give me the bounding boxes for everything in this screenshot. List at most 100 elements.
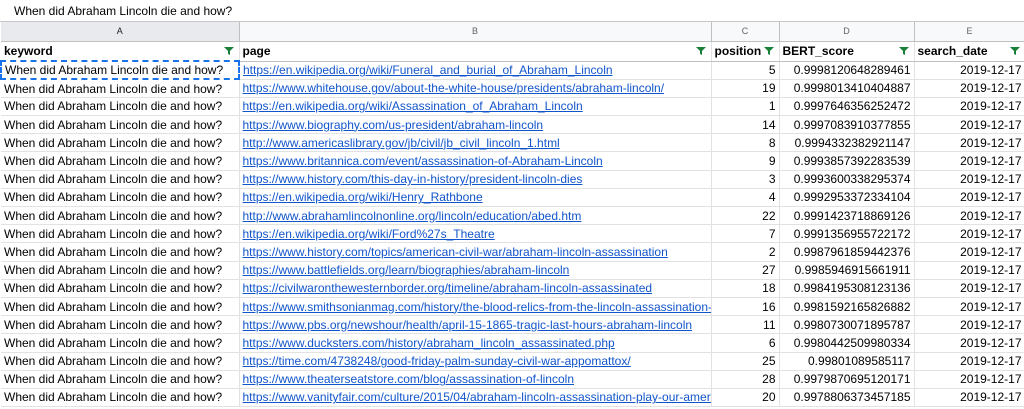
cell-position[interactable]: 4	[711, 188, 780, 208]
cell-search-date[interactable]: 2019-12-17	[914, 352, 1024, 371]
cell-position[interactable]: 16	[711, 297, 780, 317]
cell-position[interactable]: 22	[711, 206, 780, 226]
cell-search-date[interactable]: 2019-12-17	[914, 170, 1024, 189]
cell-keyword[interactable]: When did Abraham Lincoln die and how?	[1, 188, 240, 208]
cell-page-link[interactable]: https://www.pbs.org/newshour/health/apri…	[239, 315, 712, 335]
cell-keyword[interactable]: When did Abraham Lincoln die and how?	[1, 279, 240, 298]
cell-position[interactable]: 8	[711, 133, 780, 153]
cell-keyword[interactable]: When did Abraham Lincoln die and how?	[1, 170, 240, 189]
cell-position[interactable]: 7	[711, 224, 780, 244]
cell-position[interactable]: 3	[711, 170, 780, 189]
cell-search-date[interactable]: 2019-12-17	[914, 224, 1024, 244]
cell-page-link[interactable]: https://www.battlefields.org/learn/biogr…	[239, 261, 712, 280]
cell-bert-score[interactable]: 0.9991356955722172	[779, 224, 915, 244]
cell-search-date[interactable]: 2019-12-17	[914, 388, 1024, 408]
column-header-a[interactable]: A	[1, 22, 240, 42]
cell-page-link[interactable]: https://time.com/4738248/good-friday-pal…	[239, 352, 712, 371]
cell-page-link[interactable]: https://www.britannica.com/event/assassi…	[239, 151, 712, 171]
cell-page-link[interactable]: https://en.wikipedia.org/wiki/Assassinat…	[239, 97, 712, 117]
cell-page-link[interactable]: https://en.wikipedia.org/wiki/Ford%27s_T…	[239, 224, 712, 244]
cell-bert-score[interactable]: 0.9997083910377855	[779, 115, 915, 135]
header-page[interactable]: page	[239, 41, 712, 62]
cell-bert-score[interactable]: 0.9997646356252472	[779, 97, 915, 117]
column-header-e[interactable]: E	[914, 22, 1024, 42]
cell-position[interactable]: 1	[711, 97, 780, 117]
cell-position[interactable]: 19	[711, 79, 780, 98]
filter-icon[interactable]	[898, 46, 909, 56]
cell-keyword[interactable]: When did Abraham Lincoln die and how?	[1, 315, 240, 335]
cell-bert-score[interactable]: 0.9984195308123136	[779, 279, 915, 298]
header-search-date[interactable]: search_date	[914, 41, 1024, 62]
filter-icon[interactable]	[695, 46, 706, 56]
cell-keyword[interactable]: When did Abraham Lincoln die and how?	[1, 151, 240, 171]
cell-search-date[interactable]: 2019-12-17	[914, 279, 1024, 298]
cell-position[interactable]: 25	[711, 352, 780, 371]
cell-bert-score[interactable]: 0.9991423718869126	[779, 206, 915, 226]
cell-page-link[interactable]: https://www.smithsonianmag.com/history/t…	[239, 297, 712, 317]
cell-keyword[interactable]: When did Abraham Lincoln die and how?	[1, 297, 240, 317]
cell-keyword[interactable]: When did Abraham Lincoln die and how?	[1, 388, 240, 408]
cell-search-date[interactable]: 2019-12-17	[914, 297, 1024, 317]
cell-bert-score[interactable]: 0.9978806373457185	[779, 388, 915, 408]
cell-search-date[interactable]: 2019-12-17	[914, 206, 1024, 226]
cell-page-link[interactable]: https://www.theaterseatstore.com/blog/as…	[239, 370, 712, 389]
header-position[interactable]: position	[711, 41, 780, 62]
cell-bert-score[interactable]: 0.9992953372334104	[779, 188, 915, 208]
cell-page-link[interactable]: https://www.history.com/this-day-in-hist…	[239, 170, 712, 189]
cell-position[interactable]: 9	[711, 151, 780, 171]
cell-search-date[interactable]: 2019-12-17	[914, 261, 1024, 280]
cell-search-date[interactable]: 2019-12-17	[914, 61, 1024, 80]
cell-bert-score[interactable]: 0.9994332382921147	[779, 133, 915, 153]
cell-search-date[interactable]: 2019-12-17	[914, 242, 1024, 262]
cell-keyword[interactable]: When did Abraham Lincoln die and how?	[1, 242, 240, 262]
cell-bert-score[interactable]: 0.9998120648289461	[779, 61, 915, 80]
cell-search-date[interactable]: 2019-12-17	[914, 79, 1024, 98]
cell-keyword[interactable]: When did Abraham Lincoln die and how?	[1, 224, 240, 244]
column-header-b[interactable]: B	[239, 22, 712, 42]
cell-position[interactable]: 28	[711, 370, 780, 389]
cell-bert-score[interactable]: 0.99801089585117	[779, 352, 915, 371]
cell-bert-score[interactable]: 0.9980730071895787	[779, 315, 915, 335]
cell-search-date[interactable]: 2019-12-17	[914, 333, 1024, 353]
cell-page-link[interactable]: http://www.abrahamlincolnonline.org/linc…	[239, 206, 712, 226]
cell-bert-score[interactable]: 0.9993600338295374	[779, 170, 915, 189]
cell-page-link[interactable]: https://www.vanityfair.com/culture/2015/…	[239, 388, 712, 408]
cell-keyword[interactable]: When did Abraham Lincoln die and how?	[1, 370, 240, 389]
cell-search-date[interactable]: 2019-12-17	[914, 188, 1024, 208]
cell-keyword[interactable]: When did Abraham Lincoln die and how?	[1, 206, 240, 226]
cell-keyword[interactable]: When did Abraham Lincoln die and how?	[1, 115, 240, 135]
formula-bar[interactable]: When did Abraham Lincoln die and how?	[0, 0, 1024, 22]
cell-bert-score[interactable]: 0.9981592165826882	[779, 297, 915, 317]
cell-position[interactable]: 27	[711, 261, 780, 280]
cell-position[interactable]: 6	[711, 333, 780, 353]
cell-keyword[interactable]: When did Abraham Lincoln die and how?	[0, 59, 240, 81]
filter-icon[interactable]	[223, 46, 234, 56]
cell-bert-score[interactable]: 0.9998013410404887	[779, 79, 915, 98]
header-bert-score[interactable]: BERT_score	[779, 41, 915, 62]
cell-bert-score[interactable]: 0.9993857392283539	[779, 151, 915, 171]
cell-position[interactable]: 14	[711, 115, 780, 135]
cell-keyword[interactable]: When did Abraham Lincoln die and how?	[1, 352, 240, 371]
cell-search-date[interactable]: 2019-12-17	[914, 133, 1024, 153]
cell-position[interactable]: 18	[711, 279, 780, 298]
cell-keyword[interactable]: When did Abraham Lincoln die and how?	[1, 133, 240, 153]
cell-position[interactable]: 20	[711, 388, 780, 408]
cell-page-link[interactable]: https://www.biography.com/us-president/a…	[239, 115, 712, 135]
cell-page-link[interactable]: https://en.wikipedia.org/wiki/Funeral_an…	[239, 61, 712, 80]
header-keyword[interactable]: keyword	[1, 41, 240, 62]
column-header-d[interactable]: D	[779, 22, 915, 42]
cell-bert-score[interactable]: 0.9980442509980334	[779, 333, 915, 353]
cell-keyword[interactable]: When did Abraham Lincoln die and how?	[1, 79, 240, 98]
cell-page-link[interactable]: http://www.americaslibrary.gov/jb/civil/…	[239, 133, 712, 153]
cell-position[interactable]: 2	[711, 242, 780, 262]
filter-icon[interactable]	[763, 46, 774, 56]
cell-page-link[interactable]: https://civilwaronthewesternborder.org/t…	[239, 279, 712, 298]
cell-search-date[interactable]: 2019-12-17	[914, 97, 1024, 117]
cell-keyword[interactable]: When did Abraham Lincoln die and how?	[1, 333, 240, 353]
cell-search-date[interactable]: 2019-12-17	[914, 151, 1024, 171]
cell-page-link[interactable]: https://en.wikipedia.org/wiki/Henry_Rath…	[239, 188, 712, 208]
cell-keyword[interactable]: When did Abraham Lincoln die and how?	[1, 261, 240, 280]
column-header-c[interactable]: C	[711, 22, 780, 42]
cell-keyword[interactable]: When did Abraham Lincoln die and how?	[1, 97, 240, 117]
cell-page-link[interactable]: https://www.ducksters.com/history/abraha…	[239, 333, 712, 353]
